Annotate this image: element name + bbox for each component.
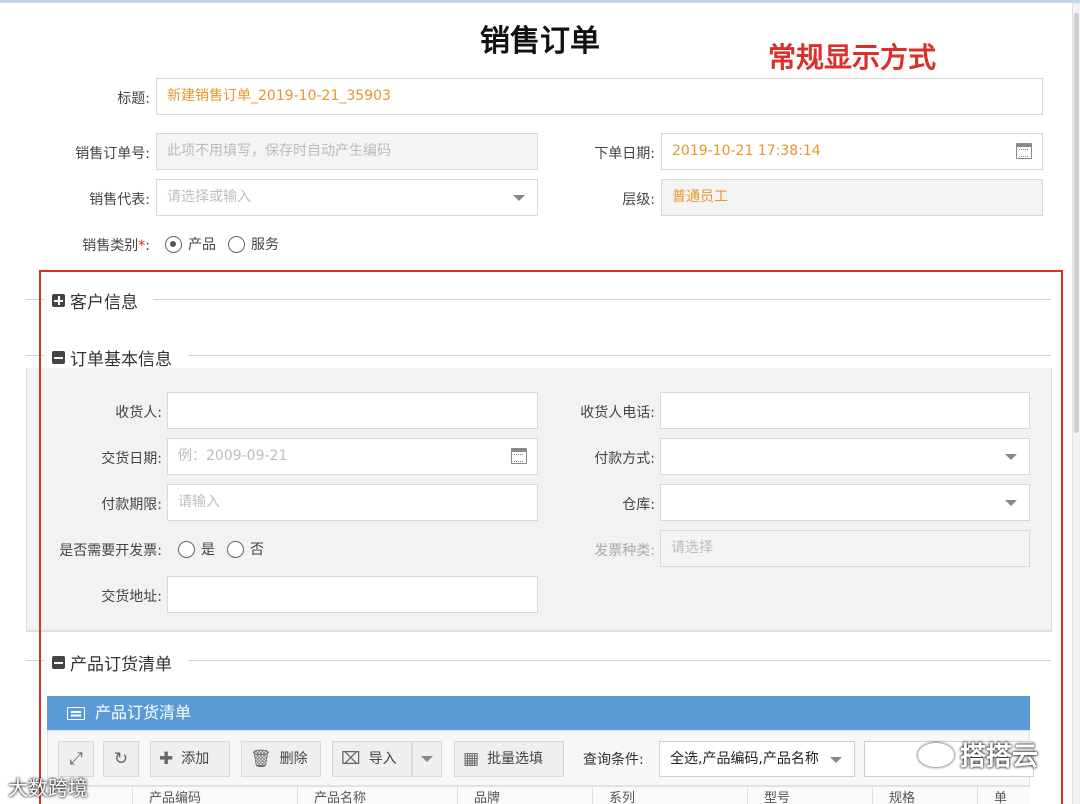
title-field[interactable]: 新建销售订单_2019-10-21_35903 <box>156 78 1043 115</box>
chevron-down-icon[interactable] <box>513 195 525 201</box>
level-label: 层级: <box>622 192 655 208</box>
radio-product[interactable] <box>165 235 182 253</box>
category-label: 销售类别*: <box>40 235 150 255</box>
scroll-thumb[interactable] <box>1074 13 1079 433</box>
sales-rep-select[interactable]: 请选择或输入 <box>156 179 538 216</box>
sales-rep-label: 销售代表: <box>89 192 150 208</box>
order-no-placeholder: 此项不用填写，保存时自动产生编码 <box>167 143 391 159</box>
category-label-text: 销售类别 <box>82 238 139 254</box>
calendar-icon[interactable] <box>1016 143 1032 159</box>
scrollbar[interactable] <box>1072 3 1080 804</box>
top-border <box>0 0 1080 3</box>
order-no-field[interactable]: 此项不用填写，保存时自动产生编码 <box>156 133 538 170</box>
order-date-field[interactable]: 2019-10-21 17:38:14 <box>661 133 1043 170</box>
annotation-text: 常规显示方式 <box>768 41 937 74</box>
order-date-label: 下单日期: <box>594 146 655 162</box>
level-value: 普通员工 <box>672 189 728 205</box>
watermark-left: 大数跨境 <box>8 776 88 800</box>
watermark-right: 搭搭云 <box>918 736 1038 773</box>
highlight-frame <box>39 270 1063 804</box>
sales-rep-placeholder: 请选择或输入 <box>167 189 251 205</box>
title-label: 标题: <box>117 91 150 107</box>
radio-product-label: 产品 <box>188 237 216 253</box>
order-date-value: 2019-10-21 17:38:14 <box>672 143 821 159</box>
radio-service[interactable] <box>228 235 245 253</box>
wechat-logo-icon <box>918 742 954 767</box>
radio-service-label: 服务 <box>251 237 279 253</box>
title-value: 新建销售订单_2019-10-21_35903 <box>167 88 391 104</box>
level-field: 普通员工 <box>661 179 1043 216</box>
category-radio-group: 产品 服务 <box>165 234 285 254</box>
watermark-right-text: 搭搭云 <box>960 742 1039 772</box>
order-no-label: 销售订单号: <box>75 146 150 162</box>
category-colon: : <box>145 238 150 254</box>
